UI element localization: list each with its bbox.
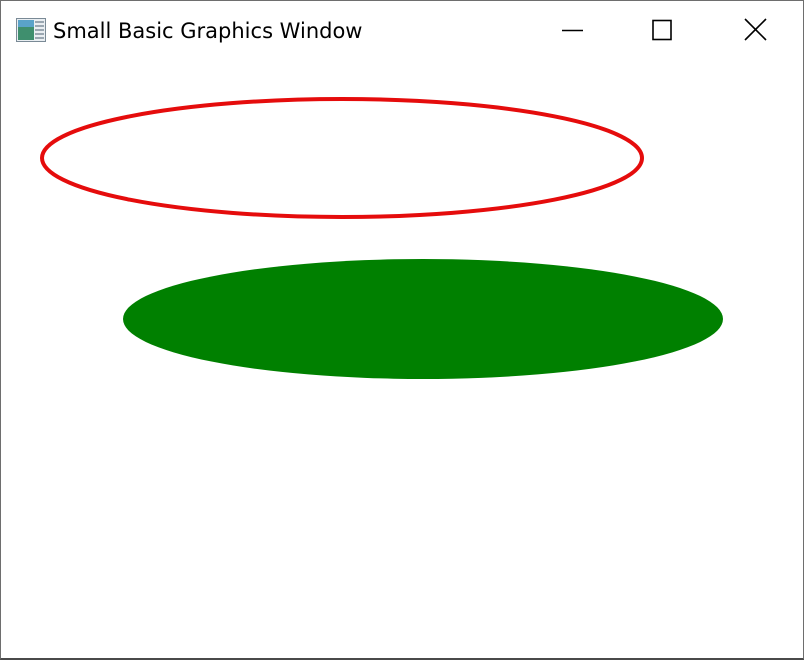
close-button[interactable]: [712, 1, 800, 59]
app-icon-graphic: [16, 18, 46, 42]
maximize-icon: [652, 19, 672, 41]
window-title: Small Basic Graphics Window: [53, 19, 363, 43]
minimize-button[interactable]: [528, 1, 616, 59]
graphics-window: Small Basic Graphics Window: [0, 0, 804, 660]
title-bar[interactable]: Small Basic Graphics Window: [1, 1, 803, 61]
minimize-icon: [562, 29, 583, 32]
graphics-canvas[interactable]: [1, 61, 803, 658]
canvas-drawing: [40, 97, 723, 379]
red-ellipse-outline: [40, 97, 644, 219]
close-icon: [744, 18, 767, 41]
maximize-button[interactable]: [618, 1, 706, 59]
small-basic-app-icon[interactable]: [16, 18, 46, 42]
green-ellipse-filled: [123, 259, 723, 379]
